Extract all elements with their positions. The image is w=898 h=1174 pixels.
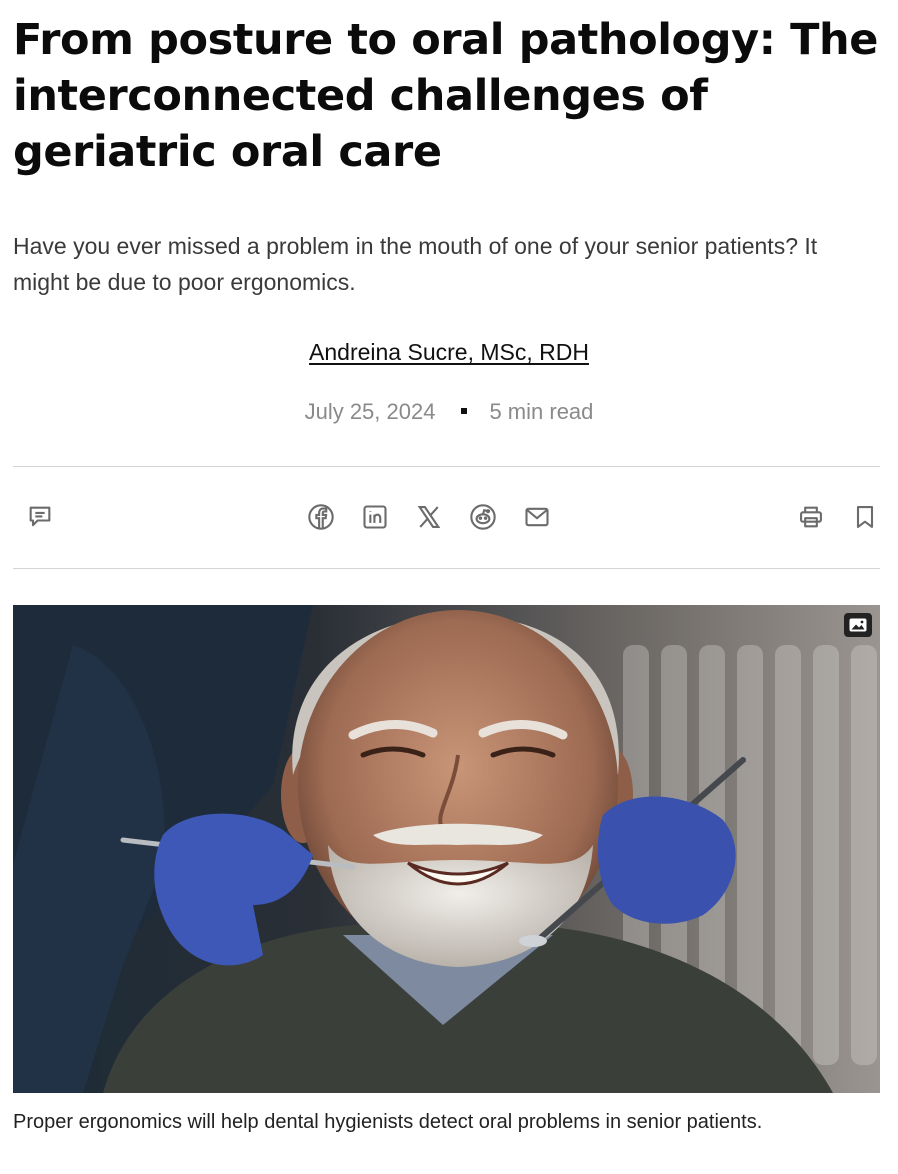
bookmark-icon[interactable] — [850, 502, 880, 532]
print-icon[interactable] — [796, 502, 826, 532]
reddit-icon[interactable] — [468, 502, 498, 532]
article-meta: July 25, 2024 5 min read — [0, 397, 898, 427]
divider-bottom — [13, 568, 880, 569]
linkedin-icon[interactable] — [360, 502, 390, 532]
facebook-icon[interactable] — [306, 502, 336, 532]
meta-separator — [461, 408, 468, 415]
publish-date: July 25, 2024 — [304, 399, 436, 424]
article-dek: Have you ever missed a problem in the mo… — [13, 233, 818, 295]
email-icon[interactable] — [522, 502, 552, 532]
author-link[interactable]: Andreina Sucre, MSc, RDH — [309, 339, 589, 365]
read-time: 5 min read — [489, 399, 594, 424]
hero-illustration — [13, 605, 880, 1093]
image-gallery-icon[interactable] — [844, 613, 872, 637]
x-icon[interactable] — [414, 502, 444, 532]
image-caption: Proper ergonomics will help dental hygie… — [13, 1111, 763, 1133]
comment-icon[interactable] — [25, 502, 55, 532]
hero-image[interactable] — [13, 605, 880, 1093]
share-toolbar — [13, 467, 880, 568]
article-headline: From posture to oral pathology: The inte… — [13, 15, 878, 177]
byline: Andreina Sucre, MSc, RDH — [0, 336, 898, 368]
